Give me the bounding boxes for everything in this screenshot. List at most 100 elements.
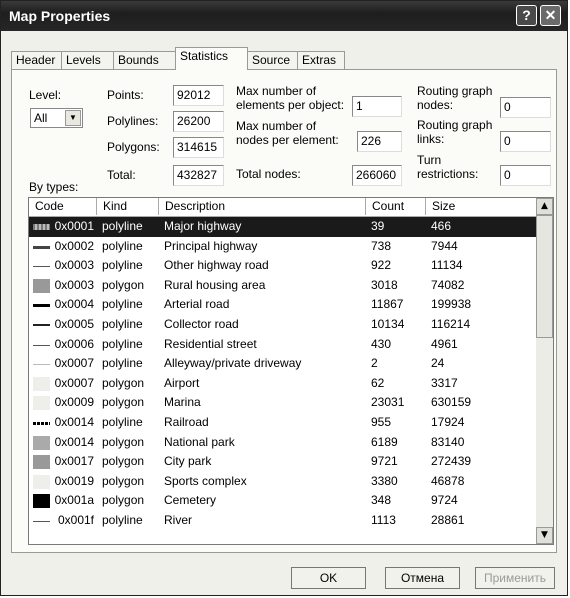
description-cell: Rural housing area <box>164 277 266 292</box>
code-text: 0x0007 <box>54 356 94 371</box>
title-bar[interactable]: Map Properties ? ✕ <box>1 1 567 31</box>
scrollbar-thumb[interactable] <box>536 215 553 338</box>
table-row[interactable]: 0x0009 polygon Marina 23031 630159 <box>29 393 536 413</box>
level-select[interactable]: All ▼ <box>30 108 83 128</box>
max-elements-label-2: elements per object: <box>236 98 345 112</box>
statistics-panel: Level: All ▼ By types: Points: 92012 Pol… <box>11 69 557 553</box>
table-row[interactable]: 0x0002 polyline Principal highway 738 7944 <box>29 237 536 257</box>
column-header-size[interactable]: Size <box>426 198 536 215</box>
size-cell: 272439 <box>431 454 472 469</box>
size-cell: 17924 <box>431 414 465 429</box>
type-swatch-icon <box>33 266 50 268</box>
description-cell: Major highway <box>164 219 242 233</box>
description-cell: Sports complex <box>164 473 247 488</box>
size-cell: 4961 <box>431 336 458 351</box>
tab-statistics[interactable]: Statistics <box>175 47 248 70</box>
count-cell: 3018 <box>371 277 398 292</box>
tab-extras[interactable]: Extras <box>297 51 345 70</box>
points-field: 92012 <box>173 85 224 106</box>
table-row[interactable]: 0x0005 polyline Collector road 10134 116214 <box>29 315 536 335</box>
tab-header[interactable]: Header <box>11 51 62 70</box>
total-label: Total: <box>107 168 136 182</box>
max-nodes-field: 226 <box>357 131 402 152</box>
kind-cell: polyline <box>102 238 143 253</box>
polygons-label: Polygons: <box>107 140 160 154</box>
max-elements-field: 1 <box>352 96 402 117</box>
column-header-description[interactable]: Description <box>159 198 366 215</box>
close-button[interactable]: ✕ <box>540 5 561 26</box>
vertical-scrollbar[interactable]: ▲ ▼ <box>536 198 553 544</box>
column-header-count[interactable]: Count <box>366 198 426 215</box>
type-swatch-icon <box>33 520 50 522</box>
kind-cell: polyline <box>102 414 143 429</box>
type-swatch-icon <box>33 421 50 425</box>
kind-cell: polygon <box>102 454 145 469</box>
polygons-field: 314615 <box>173 137 224 158</box>
code-text: 0x0009 <box>54 395 94 410</box>
kind-cell: polyline <box>102 258 143 273</box>
description-cell: Alleyway/private driveway <box>164 356 302 371</box>
turn-restrictions-label-2: restrictions: <box>417 167 479 181</box>
cancel-button[interactable]: Отмена <box>385 567 460 589</box>
table-row[interactable]: 0x001a polygon Cemetery 348 9724 <box>29 491 536 511</box>
total-nodes-field: 266060 <box>352 165 402 186</box>
scroll-up-icon[interactable]: ▲ <box>536 198 553 215</box>
count-cell: 1113 <box>371 512 396 527</box>
size-cell: 83140 <box>431 434 465 449</box>
description-cell: River <box>164 512 193 527</box>
type-swatch-icon <box>33 224 50 230</box>
table-row[interactable]: 0x0007 polyline Alleyway/private driveway 2… <box>29 354 536 374</box>
table-row[interactable]: 0x0019 polygon Sports complex 3380 46878 <box>29 472 536 492</box>
level-select-value: All <box>34 111 48 125</box>
description-cell: City park <box>164 454 212 469</box>
description-cell: Principal highway <box>164 238 258 253</box>
table-row[interactable]: 0x0003 polyline Other highway road 922 11134 <box>29 256 536 276</box>
size-cell: 7944 <box>431 238 458 253</box>
code-text: 0x0007 <box>54 375 94 390</box>
tab-bounds[interactable]: Bounds <box>113 51 176 70</box>
type-swatch-icon <box>33 278 50 293</box>
table-row[interactable]: 0x0014 polyline Railroad 955 17924 <box>29 413 536 433</box>
table-row[interactable]: 0x0017 polygon City park 9721 272439 <box>29 452 536 472</box>
dropdown-arrow-icon[interactable]: ▼ <box>65 110 81 126</box>
apply-button[interactable]: Применить <box>475 567 555 589</box>
size-cell: 74082 <box>431 277 465 292</box>
kind-cell: polyline <box>102 356 143 371</box>
code-text: 0x0003 <box>54 258 94 273</box>
polylines-label: Polylines: <box>107 114 159 128</box>
code-text: 0x0014 <box>54 434 94 449</box>
description-cell: Railroad <box>164 414 209 429</box>
description-cell: Collector road <box>164 316 239 331</box>
ok-button[interactable]: OK <box>291 567 366 589</box>
table-row[interactable]: 0x0004 polyline Arterial road 11867 199938 <box>29 295 536 315</box>
scroll-down-icon[interactable]: ▼ <box>536 527 553 544</box>
table-row[interactable]: 0x0006 polyline Residential street 430 4961 <box>29 335 536 355</box>
table-row[interactable]: 0x0007 polygon Airport 62 3317 <box>29 374 536 394</box>
table-row[interactable]: 0x0001 polyline Major highway 39 466 <box>29 217 536 237</box>
tab-levels[interactable]: Levels <box>61 51 114 70</box>
table-row[interactable]: 0x0014 polygon National park 6189 83140 <box>29 433 536 453</box>
help-button[interactable]: ? <box>516 5 537 26</box>
kind-cell: polyline <box>102 512 143 527</box>
level-label: Level: <box>29 88 62 102</box>
types-list[interactable]: Code Kind Description Count Size 0x0001 p… <box>28 197 554 545</box>
type-swatch-icon <box>33 494 50 509</box>
column-header-code[interactable]: Code <box>29 198 97 215</box>
size-cell: 3317 <box>431 375 458 390</box>
count-cell: 6189 <box>371 434 398 449</box>
count-cell: 922 <box>371 258 392 273</box>
code-text: 0x001a <box>54 493 94 508</box>
code-text: 0x001f <box>57 512 94 527</box>
kind-cell: polygon <box>102 277 145 292</box>
table-row[interactable]: 0x0003 polygon Rural housing area 3018 74082 <box>29 276 536 296</box>
type-swatch-icon <box>33 364 50 366</box>
help-icon: ? <box>522 7 531 23</box>
column-header-kind[interactable]: Kind <box>97 198 159 215</box>
code-text: 0x0003 <box>54 277 94 292</box>
tab-source[interactable]: Source <box>247 51 298 70</box>
type-swatch-icon <box>33 474 50 489</box>
table-row[interactable]: 0x001f polyline River 1113 28861 <box>29 511 536 531</box>
max-nodes-label-2: nodes per element: <box>236 133 339 147</box>
size-cell: 199938 <box>431 297 472 312</box>
description-cell: Cemetery <box>164 493 217 508</box>
